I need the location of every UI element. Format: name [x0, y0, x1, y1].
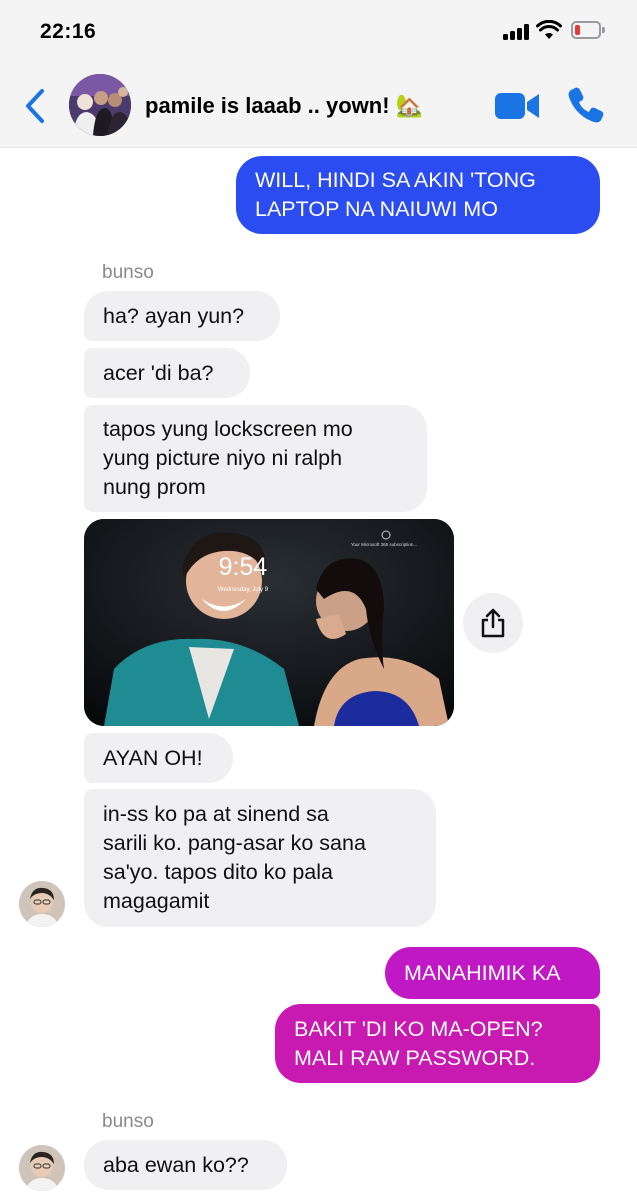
- lockscreen-date: Wednesday, July 9: [218, 587, 269, 593]
- sender-name: bunso: [102, 1111, 154, 1132]
- share-button[interactable]: [463, 593, 523, 653]
- outgoing-message[interactable]: MANAHIMIK KA: [385, 947, 600, 999]
- sender-avatar[interactable]: [19, 881, 65, 927]
- battery-low-icon: [571, 21, 605, 39]
- audio-call-button[interactable]: [566, 85, 606, 125]
- sender-name: bunso: [102, 262, 154, 283]
- incoming-message[interactable]: tapos yung lockscreen mo yung picture ni…: [84, 405, 427, 512]
- chevron-left-icon: [26, 89, 44, 123]
- message-line: in-ss ko pa at sinend sa: [103, 802, 329, 826]
- phone-icon: [568, 87, 604, 123]
- message-line: WILL, HINDI SA AKIN 'TONG: [255, 168, 536, 192]
- house-emoji: 🏡: [395, 93, 424, 118]
- message-line: MANAHIMIK KA: [404, 960, 561, 985]
- cellular-signal-icon: [503, 24, 531, 40]
- message-line: yung picture niyo ni ralph: [103, 446, 343, 470]
- message-line: ha? ayan yun?: [103, 303, 245, 328]
- message-line: MALI RAW PASSWORD.: [294, 1045, 536, 1070]
- lockscreen-clock: 9:54: [219, 553, 268, 581]
- video-camera-icon: [495, 93, 539, 119]
- message-line: acer 'di ba?: [103, 360, 214, 385]
- back-button[interactable]: [20, 86, 50, 126]
- message-line: LAPTOP NA NAIUWI MO: [255, 197, 498, 221]
- message-line: sarili ko. pang-asar ko sana: [103, 831, 366, 855]
- message-line: sa'yo. tapos dito ko pala: [103, 860, 334, 884]
- message-line: BAKIT 'DI KO MA-OPEN?: [294, 1016, 543, 1041]
- message-line: magagamit: [103, 889, 210, 913]
- photo-message[interactable]: 9:54 Wednesday, July 9 Your Microsoft 36…: [84, 519, 454, 726]
- lockscreen-photo: 9:54 Wednesday, July 9 Your Microsoft 36…: [84, 519, 454, 726]
- lockscreen-hint: Your Microsoft 365 subscription...: [351, 542, 417, 547]
- incoming-message[interactable]: AYAN OH!: [84, 733, 233, 783]
- incoming-message[interactable]: aba ewan ko??: [84, 1140, 287, 1190]
- status-bar: 22:16: [0, 0, 637, 66]
- message-line: aba ewan ko??: [103, 1152, 249, 1177]
- sender-avatar[interactable]: [19, 1145, 65, 1191]
- chat-title-text: pamile is laaab .. yown!: [145, 93, 390, 118]
- wifi-icon: [536, 20, 562, 39]
- message-line: nung prom: [103, 475, 206, 499]
- status-time: 22:16: [40, 20, 97, 43]
- share-icon: [481, 608, 505, 638]
- incoming-message[interactable]: ha? ayan yun?: [84, 291, 280, 341]
- message-line: AYAN OH!: [103, 745, 203, 770]
- chat-header: pamile is laaab .. yown! 🏡: [0, 66, 637, 148]
- message-line: tapos yung lockscreen mo: [103, 417, 353, 441]
- incoming-message[interactable]: in-ss ko pa at sinend sa sarili ko. pang…: [84, 789, 436, 927]
- group-avatar[interactable]: [69, 74, 131, 136]
- chat-title[interactable]: pamile is laaab .. yown! 🏡: [145, 93, 423, 119]
- outgoing-message[interactable]: WILL, HINDI SA AKIN 'TONG LAPTOP NA NAIU…: [236, 156, 600, 234]
- outgoing-message[interactable]: BAKIT 'DI KO MA-OPEN? MALI RAW PASSWORD.: [275, 1004, 600, 1083]
- video-call-button[interactable]: [494, 90, 540, 122]
- incoming-message[interactable]: acer 'di ba?: [84, 348, 250, 398]
